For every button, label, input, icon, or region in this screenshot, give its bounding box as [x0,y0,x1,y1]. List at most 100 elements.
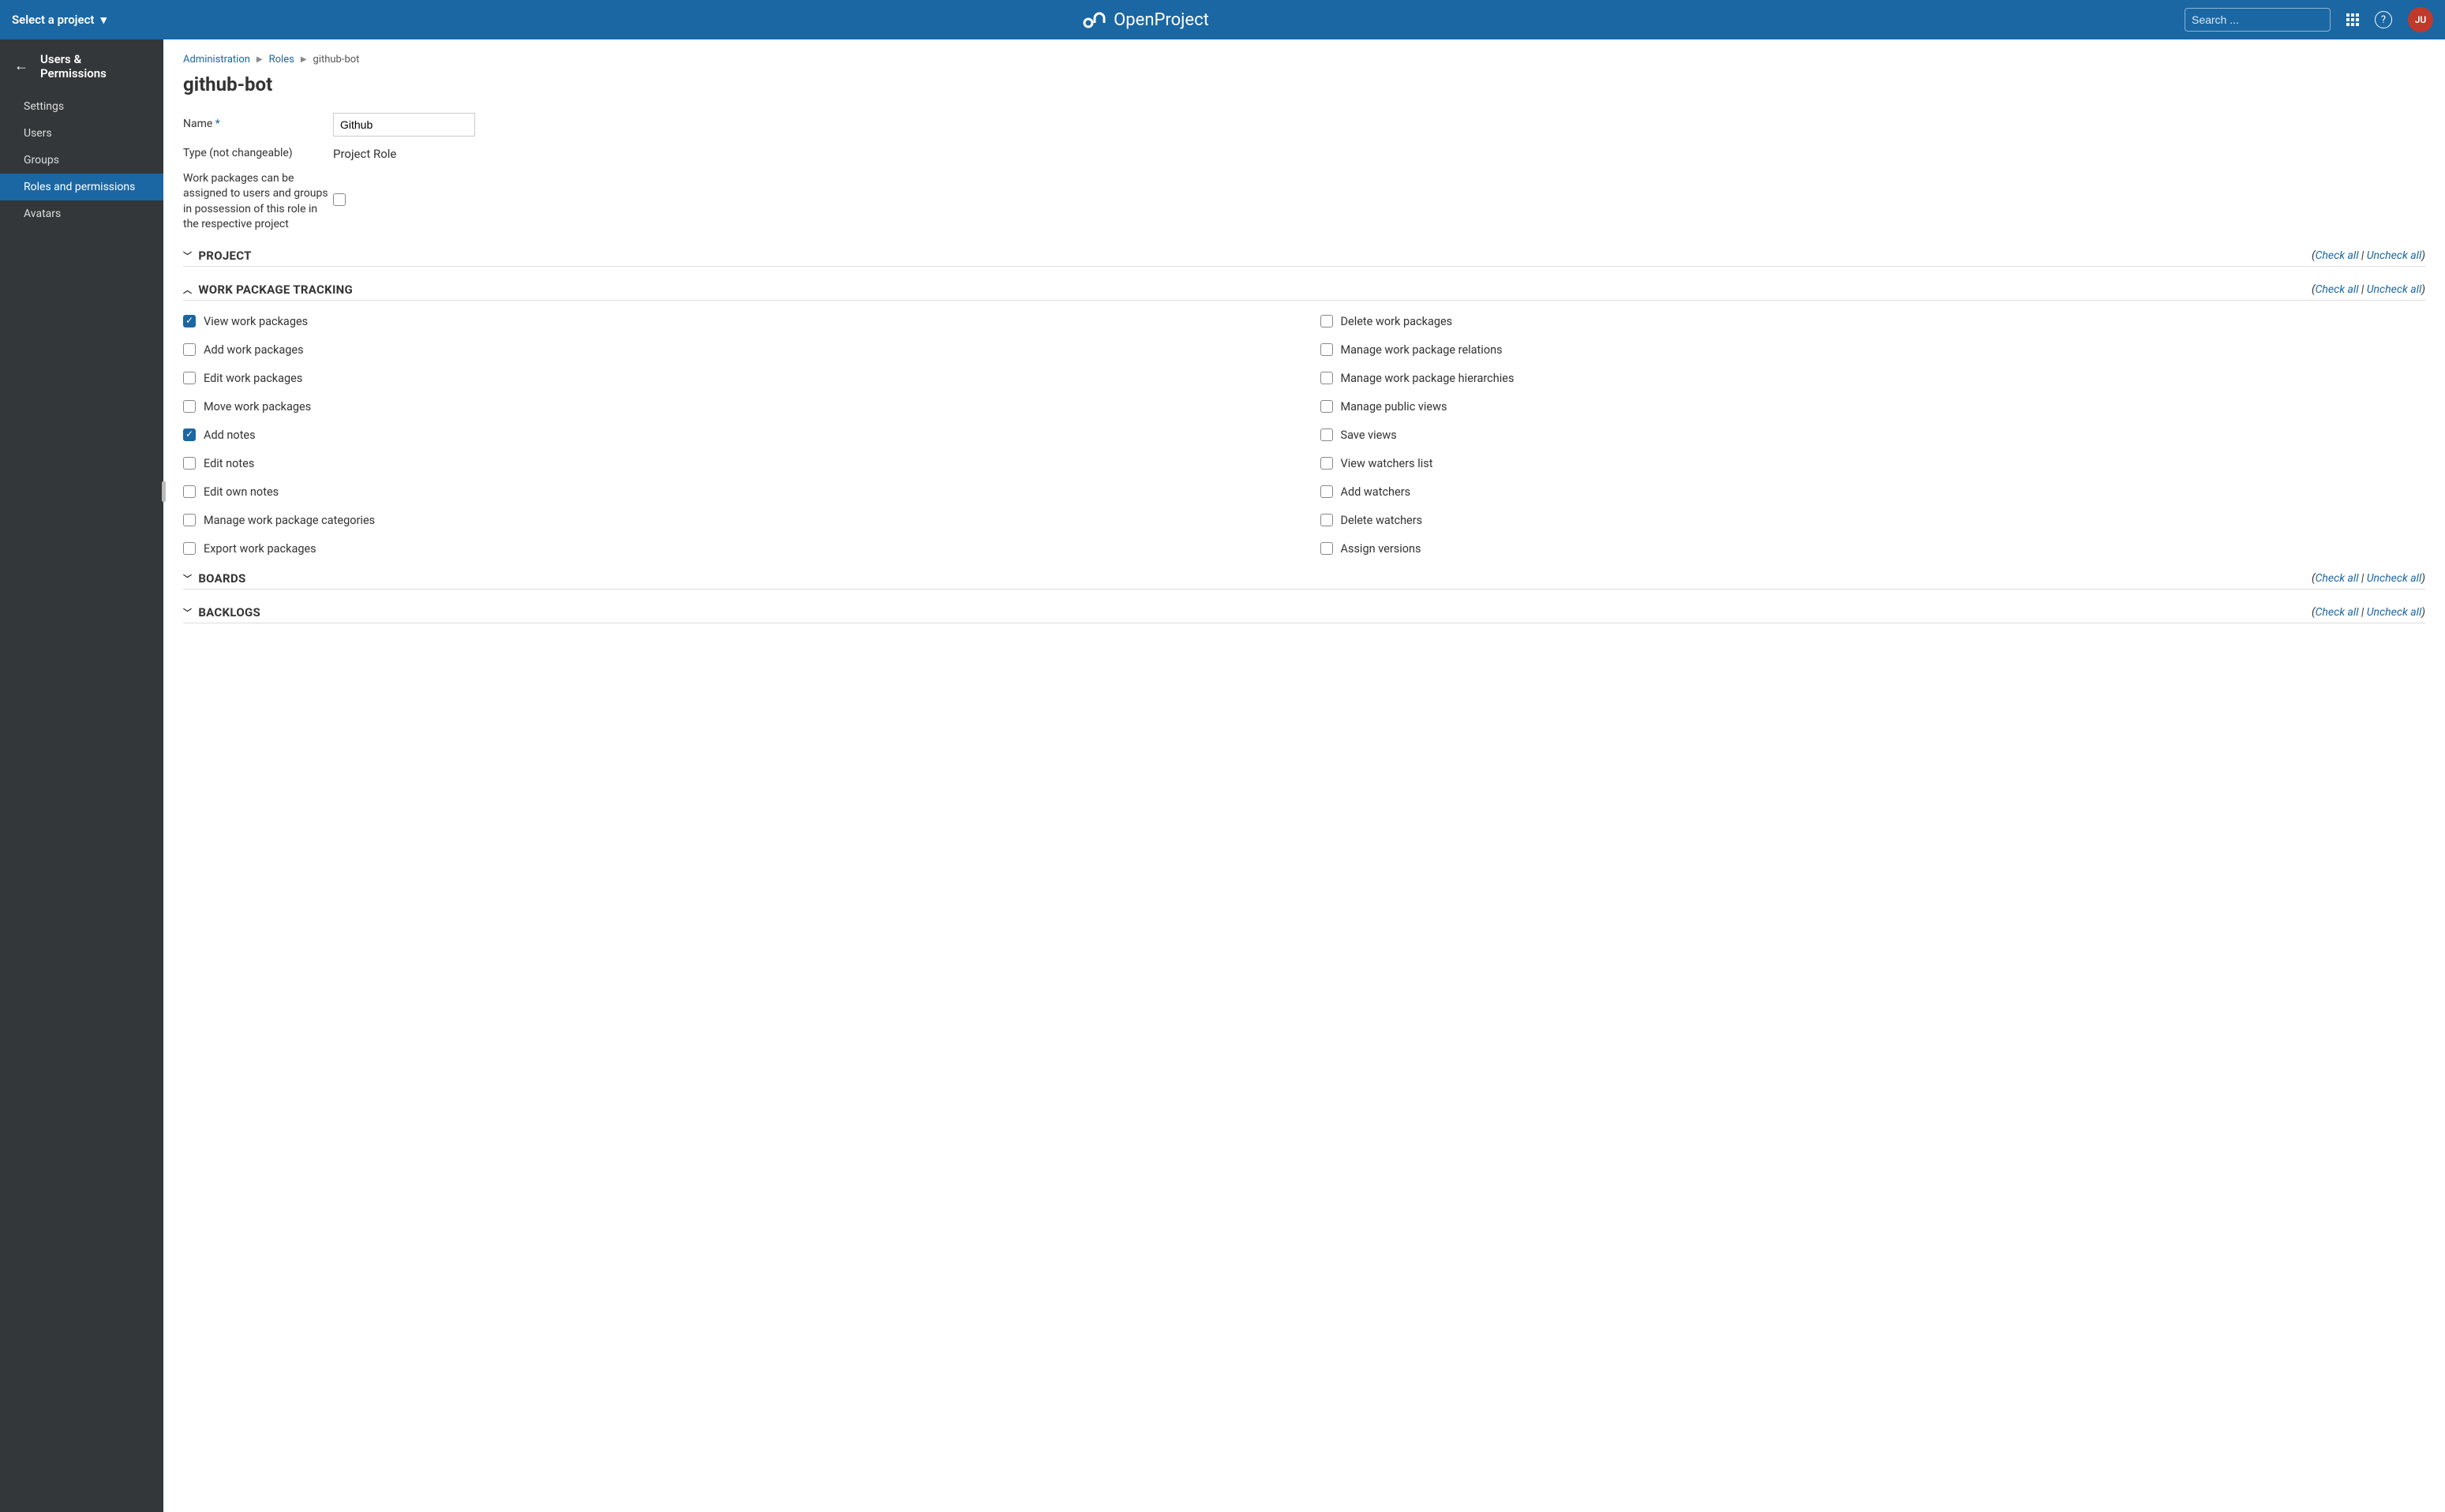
header-right: ? JU [2185,7,2433,32]
permission-checkbox[interactable] [1320,400,1333,413]
section-header-work-package-tracking: ︿WORK PACKAGE TRACKING(Check all | Unche… [183,283,2425,301]
uncheck-all-link[interactable]: Uncheck all [2367,606,2422,619]
permission-checkbox[interactable] [1320,485,1333,498]
permission-label: Delete work packages [1341,315,1453,328]
chevron-right-icon: ▶ [301,55,307,64]
permission-item-manage-work-package-relations[interactable]: Manage work package relations [1320,343,2426,357]
permission-label: Save views [1341,429,1397,442]
permission-checkbox[interactable] [1320,315,1333,327]
permission-item-manage-public-views[interactable]: Manage public views [1320,400,2426,414]
sidebar-resize-handle[interactable] [162,481,166,502]
section-title-text: PROJECT [198,249,251,263]
uncheck-all-link[interactable]: Uncheck all [2367,572,2422,585]
permission-checkbox[interactable] [1320,542,1333,555]
assignable-checkbox[interactable] [333,193,346,206]
permission-checkbox[interactable] [183,485,196,498]
check-all-link[interactable]: Check all [2316,606,2359,619]
check-all-link[interactable]: Check all [2316,249,2359,262]
section-toggle-work-package-tracking[interactable]: ︿WORK PACKAGE TRACKING [183,283,353,297]
permission-label: Add notes [204,429,256,442]
section-toggle-boards[interactable]: ﹀BOARDS [183,571,246,586]
permission-column: View work packages Add work packages Edit … [183,315,1289,556]
section-title-text: BACKLOGS [198,605,260,619]
permission-item-assign-versions[interactable]: Assign versions [1320,542,2426,556]
sidebar-title: Users & Permissions [40,52,149,80]
permission-checkbox[interactable] [183,542,196,555]
permission-item-add-work-packages[interactable]: Add work packages [183,343,1289,357]
chevron-down-icon: ▾ [100,13,107,27]
uncheck-all-link[interactable]: Uncheck all [2367,249,2422,262]
breadcrumb-administration[interactable]: Administration [183,54,250,65]
permission-item-move-work-packages[interactable]: Move work packages [183,400,1289,414]
permission-item-save-views[interactable]: Save views [1320,429,2426,442]
assignable-label: Work packages can be assigned to users a… [183,171,333,233]
sidebar-item-settings[interactable]: Settings [0,93,163,120]
permission-item-export-work-packages[interactable]: Export work packages [183,542,1289,556]
section-toggle-project[interactable]: ﹀PROJECT [183,249,252,263]
permission-checkbox[interactable] [183,429,196,441]
search-input[interactable] [2192,13,2335,26]
permission-checkbox[interactable] [183,457,196,470]
avatar[interactable]: JU [2408,7,2433,32]
permission-item-edit-work-packages[interactable]: Edit work packages [183,372,1289,385]
permission-item-edit-notes[interactable]: Edit notes [183,457,1289,470]
permission-checkbox[interactable] [183,315,196,327]
name-label: Name * [183,117,333,133]
permission-checkbox[interactable] [1320,457,1333,470]
required-indicator: * [215,118,220,130]
permission-label: Edit work packages [204,372,302,385]
permission-checkbox[interactable] [1320,372,1333,384]
breadcrumb-roles[interactable]: Roles [269,54,294,65]
header-left: Select a project ▾ [12,13,107,27]
breadcrumb-current: github-bot [313,54,360,65]
check-all-link[interactable]: Check all [2316,283,2359,296]
chevron-down-icon: ﹀ [183,606,192,619]
section-header-backlogs: ﹀BACKLOGS(Check all | Uncheck all) [183,605,2425,623]
permission-checkbox[interactable] [1320,514,1333,526]
permission-checkbox[interactable] [1320,343,1333,356]
project-selector[interactable]: Select a project ▾ [12,13,107,27]
permission-item-add-watchers[interactable]: Add watchers [1320,485,2426,499]
permission-label: Manage public views [1341,400,1447,414]
permission-checkbox[interactable] [183,400,196,413]
permission-checkbox[interactable] [1320,429,1333,441]
permission-item-delete-work-packages[interactable]: Delete work packages [1320,315,2426,328]
sidebar-item-users[interactable]: Users [0,120,163,147]
permission-grid: View work packages Add work packages Edit … [183,315,2425,556]
permission-item-edit-own-notes[interactable]: Edit own notes [183,485,1289,499]
name-input[interactable] [333,113,475,137]
back-arrow-icon[interactable]: ← [14,59,28,73]
uncheck-all-link[interactable]: Uncheck all [2367,283,2422,296]
page-title: github-bot [183,73,2425,95]
section-title-text: BOARDS [198,571,245,586]
permission-label: View watchers list [1341,457,1433,470]
apps-icon[interactable] [2346,13,2359,26]
permission-item-manage-work-package-categories[interactable]: Manage work package categories [183,514,1289,527]
permission-item-manage-work-package-hierarchies[interactable]: Manage work package hierarchies [1320,372,2426,385]
form-row-assignable: Work packages can be assigned to users a… [183,171,2425,233]
permission-checkbox[interactable] [183,372,196,384]
permission-item-add-notes[interactable]: Add notes [183,429,1289,442]
chevron-right-icon: ▶ [256,55,263,64]
section-links: (Check all | Uncheck all) [2312,572,2425,585]
permission-label: Manage work package categories [204,514,375,527]
permission-label: Export work packages [204,542,316,556]
permission-checkbox[interactable] [183,514,196,526]
search-box[interactable] [2185,8,2331,32]
permission-checkbox[interactable] [183,343,196,356]
main-content: Administration ▶ Roles ▶ github-bot gith… [163,39,2445,1512]
sidebar-item-avatars[interactable]: Avatars [0,200,163,227]
brand-logo[interactable]: OpenProject [1082,10,1209,30]
permission-item-view-work-packages[interactable]: View work packages [183,315,1289,328]
permission-label: Add work packages [204,343,304,357]
check-all-link[interactable]: Check all [2316,572,2359,585]
section-toggle-backlogs[interactable]: ﹀ BACKLOGS [183,605,260,619]
section-links: (Check all | Uncheck all) [2312,249,2425,262]
sidebar-item-groups[interactable]: Groups [0,147,163,174]
help-icon[interactable]: ? [2375,11,2392,28]
permission-item-view-watchers-list[interactable]: View watchers list [1320,457,2426,470]
permission-column: Delete work packages Manage work package … [1320,315,2426,556]
sidebar-item-roles-and-permissions[interactable]: Roles and permissions [0,174,163,200]
permission-item-delete-watchers[interactable]: Delete watchers [1320,514,2426,527]
chevron-up-icon: ︿ [183,283,192,296]
